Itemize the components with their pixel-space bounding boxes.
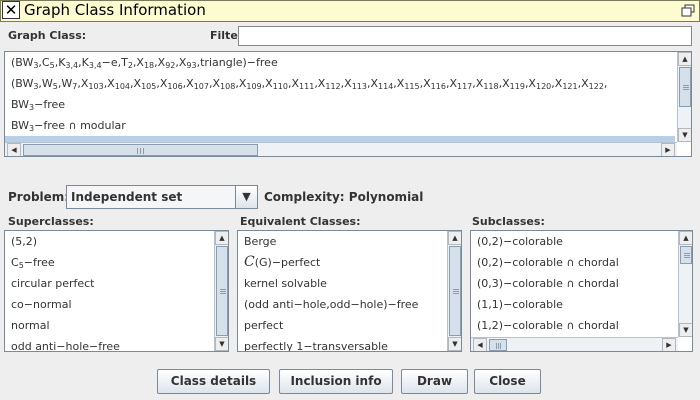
subclasses-label: Subclasses: [472,215,545,228]
chevron-down-icon[interactable]: ▼ [235,186,257,208]
close-button[interactable]: Close [474,369,541,394]
subclasses-list[interactable]: (0,2)−colorable (0,2)−colorable ∩ chordal… [470,230,693,352]
list-item[interactable]: odd anti−hole−free [5,336,212,351]
scroll-left-button[interactable]: ◀ [473,338,487,351]
scroll-up-button[interactable]: ▲ [679,231,692,245]
list-item[interactable]: (5,2) [5,231,212,252]
list-item[interactable]: perfectly 1−transversable [238,336,445,351]
graph-class-list[interactable]: (BW3,C5,K3,4,K3,4−e,T2,X18,X92,X93,trian… [4,51,692,157]
equivalent-classes-label: Equivalent Classes: [240,215,361,228]
close-window-button[interactable]: ✕ [2,1,20,19]
superclasses-vscrollbar[interactable]: ▲ ▼ [214,231,228,351]
list-item[interactable]: C5−free [5,252,212,273]
list-item[interactable]: Berge [238,231,445,252]
list-item[interactable]: (0,3)−colorable ∩ chordal [471,273,676,294]
problem-dropdown[interactable]: Independent set ▼ [66,185,258,209]
list-item[interactable]: C(G)−perfect [238,252,445,273]
list-item[interactable]: circular perfect [5,273,212,294]
complexity-label: Complexity: Polynomial [264,190,424,204]
equivalent-classes-list[interactable]: Berge C(G)−perfect kernel solvable (odd ant… [237,230,462,352]
scroll-up-button[interactable]: ▲ [448,231,461,245]
scroll-down-button[interactable]: ▼ [679,323,692,337]
restore-window-button[interactable] [681,4,695,17]
graph-class-label: Graph Class: [8,29,87,42]
restore-icon [681,4,695,17]
filter-input[interactable] [238,26,692,46]
list-item[interactable]: (0,2)−colorable ∩ chordal [471,252,676,273]
list-item[interactable]: kernel solvable [238,273,445,294]
vscroll-thumb[interactable] [680,246,692,264]
class-details-button[interactable]: Class details [157,369,270,394]
list-item[interactable]: (1,1)−colorable [471,294,676,315]
hscroll-thumb[interactable] [23,144,258,156]
list-item[interactable]: (BW3,W5,W7,X103,X104,X105,X106,X107,X108… [5,73,675,94]
vscroll-thumb[interactable] [449,246,461,336]
equivalent-vscrollbar[interactable]: ▲ ▼ [447,231,461,351]
list-item[interactable]: (0,2)−colorable [471,231,676,252]
hscroll-thumb[interactable] [489,339,507,351]
scroll-up-button[interactable]: ▲ [215,231,228,245]
scroll-down-button[interactable]: ▼ [678,128,691,142]
vscroll-thumb[interactable] [679,67,691,107]
list-item[interactable]: co−normal [5,294,212,315]
inclusion-info-button[interactable]: Inclusion info [279,369,393,394]
vscroll-thumb[interactable] [216,246,228,336]
complexity-value: Polynomial [348,190,424,204]
scroll-right-button[interactable]: ▶ [662,338,676,351]
problem-selected-value: Independent set [71,190,183,204]
scroll-right-button[interactable]: ▶ [661,143,675,156]
graph-class-hscrollbar[interactable]: ◀ ▶ [5,142,677,156]
scroll-up-button[interactable]: ▲ [678,52,691,66]
list-item[interactable]: (BW3,C5,K3,4,K3,4−e,T2,X18,X92,X93,trian… [5,52,675,73]
graph-class-vscrollbar[interactable]: ▲ ▼ [677,52,691,142]
list-item[interactable]: normal [5,315,212,336]
list-item[interactable]: BW3−free [5,94,675,115]
subclasses-vscrollbar[interactable]: ▲ ▼ [678,231,692,337]
draw-button[interactable]: Draw [401,369,468,394]
close-icon: ✕ [4,1,18,19]
scroll-down-button[interactable]: ▼ [448,337,461,351]
superclasses-list[interactable]: (5,2) C5−free circular perfect co−normal nor… [4,230,229,352]
list-item[interactable]: (odd anti−hole,odd−hole)−free [238,294,445,315]
scroll-left-button[interactable]: ◀ [7,143,21,156]
scroll-down-button[interactable]: ▼ [215,337,228,351]
window-title: Graph Class Information [24,1,206,19]
list-item[interactable]: BW3−free ∩ modular [5,115,675,136]
problem-label: Problem: [8,190,70,204]
subclasses-hscrollbar[interactable]: ◀ ▶ [471,337,678,351]
superclasses-label: Superclasses: [8,215,94,228]
list-item[interactable]: perfect [238,315,445,336]
list-item[interactable]: (1,2)−colorable ∩ chordal [471,315,676,336]
